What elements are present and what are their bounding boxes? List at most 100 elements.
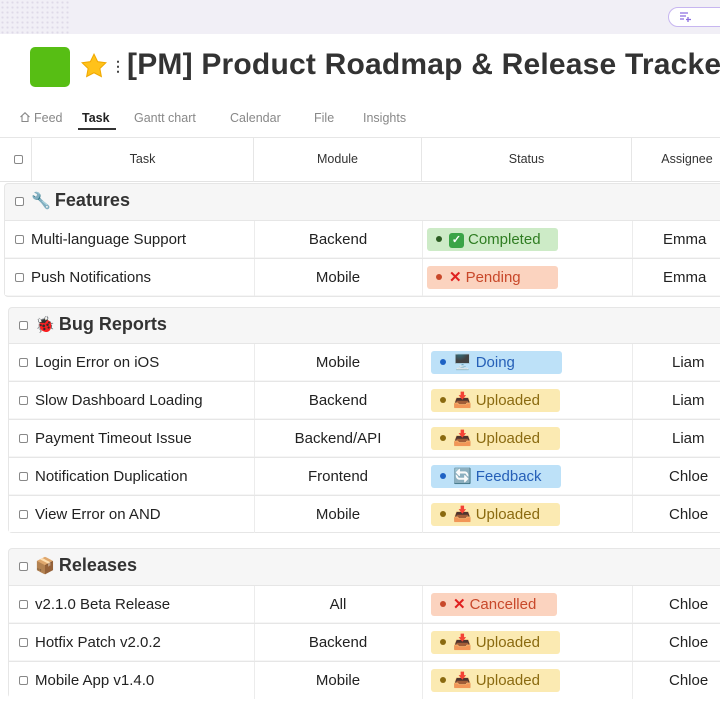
inbox-tray-icon: 📥 bbox=[453, 672, 472, 689]
module-cell: Mobile bbox=[315, 354, 361, 371]
assignee-cell[interactable]: Liam bbox=[672, 430, 705, 447]
module-cell: Frontend bbox=[307, 468, 369, 485]
tab-file[interactable]: File bbox=[314, 111, 334, 125]
task-name[interactable]: Multi-language Support bbox=[31, 231, 186, 248]
assignee-cell[interactable]: Chloe bbox=[669, 596, 708, 613]
status-badge[interactable]: ✕ Pending bbox=[427, 266, 558, 289]
row-checkbox[interactable] bbox=[15, 273, 24, 282]
status-badge[interactable]: 📥 Uploaded bbox=[431, 669, 560, 692]
group-checkbox[interactable] bbox=[19, 321, 28, 330]
row-checkbox[interactable] bbox=[15, 235, 24, 244]
project-logo bbox=[30, 47, 70, 87]
task-name[interactable]: Hotfix Patch v2.0.2 bbox=[35, 634, 161, 651]
tab-gantt-chart[interactable]: Gantt chart bbox=[134, 111, 196, 125]
group-title-text: Features bbox=[54, 190, 130, 210]
star-icon[interactable] bbox=[79, 51, 109, 81]
group-checkbox[interactable] bbox=[15, 197, 24, 206]
assignee-cell[interactable]: Chloe bbox=[669, 506, 708, 523]
table-row[interactable]: Slow Dashboard Loading Backend 📥 Uploaded… bbox=[9, 381, 720, 419]
task-name[interactable]: Payment Timeout Issue bbox=[35, 430, 192, 447]
row-checkbox[interactable] bbox=[19, 396, 28, 405]
status-badge[interactable]: 🖥️ Doing bbox=[431, 351, 562, 374]
tab-task[interactable]: Task bbox=[82, 111, 110, 125]
task-name[interactable]: Mobile App v1.4.0 bbox=[35, 672, 154, 689]
status-badge[interactable]: ✕ Cancelled bbox=[431, 593, 557, 616]
cross-mark-icon: ✕ bbox=[453, 596, 466, 613]
monitor-icon: 🖥️ bbox=[453, 354, 472, 371]
table-row[interactable]: Login Error on iOS Mobile 🖥️ Doing Liam bbox=[9, 343, 720, 381]
column-header-module[interactable]: Module bbox=[254, 138, 422, 182]
page-title: [PM] Product Roadmap & Release Tracker bbox=[127, 48, 720, 81]
tab-insights[interactable]: Insights bbox=[363, 111, 406, 125]
task-name[interactable]: View Error on AND bbox=[35, 506, 161, 523]
inbox-tray-icon: 📥 bbox=[453, 506, 472, 523]
group-title[interactable]: 🐞 Bug Reports bbox=[35, 314, 167, 335]
table-row[interactable]: View Error on AND Mobile 📥 Uploaded Chloe bbox=[9, 495, 720, 533]
module-cell: Backend bbox=[308, 392, 368, 409]
column-header-status[interactable]: Status bbox=[422, 138, 632, 182]
tab-label: Feed bbox=[34, 111, 63, 125]
tab-feed[interactable]: Feed bbox=[19, 111, 63, 126]
row-checkbox[interactable] bbox=[19, 358, 28, 367]
table-row[interactable]: Push Notifications Mobile ✕ Pending Emma bbox=[5, 258, 720, 296]
task-name[interactable]: v2.1.0 Beta Release bbox=[35, 596, 170, 613]
group-releases: 📦 Releases v2.1.0 Beta Release All ✕ Cance… bbox=[8, 548, 720, 699]
row-checkbox[interactable] bbox=[19, 434, 28, 443]
task-name[interactable]: Slow Dashboard Loading bbox=[35, 392, 203, 409]
module-cell: All bbox=[329, 596, 347, 613]
cycle-arrows-icon: 🔄 bbox=[453, 468, 472, 485]
status-badge[interactable]: 📥 Uploaded bbox=[431, 631, 560, 654]
group-checkbox[interactable] bbox=[19, 562, 28, 571]
status-badge[interactable]: 📥 Uploaded bbox=[431, 389, 560, 412]
task-name[interactable]: Notification Duplication bbox=[35, 468, 188, 485]
table-row[interactable]: Multi-language Support Backend ✓ Complete… bbox=[5, 220, 720, 258]
wrench-icon: 🔧 bbox=[31, 193, 51, 210]
table-row[interactable]: v2.1.0 Beta Release All ✕ Cancelled Chloe bbox=[9, 585, 720, 623]
decorative-pattern bbox=[0, 0, 70, 34]
assignee-cell[interactable]: Chloe bbox=[669, 634, 708, 651]
status-badge[interactable]: 📥 Uploaded bbox=[431, 503, 560, 526]
more-options-icon[interactable]: ⋮ bbox=[111, 57, 125, 75]
group-title[interactable]: 🔧 Features bbox=[31, 190, 130, 211]
select-all-checkbox[interactable] bbox=[14, 155, 23, 164]
inbox-tray-icon: 📥 bbox=[453, 392, 472, 409]
status-badge[interactable]: ✓ Completed bbox=[427, 228, 558, 251]
select-all-cell bbox=[0, 138, 32, 182]
group-title[interactable]: 📦 Releases bbox=[35, 555, 137, 576]
task-name[interactable]: Push Notifications bbox=[31, 269, 151, 286]
assignee-cell[interactable]: Emma bbox=[663, 231, 706, 248]
check-box-icon: ✓ bbox=[449, 228, 464, 251]
tab-bar: Feed Task Gantt chart Calendar File Insi… bbox=[0, 104, 720, 138]
row-checkbox[interactable] bbox=[19, 510, 28, 519]
status-badge[interactable]: 📥 Uploaded bbox=[431, 427, 560, 450]
assignee-cell[interactable]: Chloe bbox=[669, 468, 708, 485]
module-cell: Mobile bbox=[315, 269, 361, 286]
menu-button[interactable] bbox=[668, 7, 720, 27]
table-header: Task Module Status Assignee bbox=[0, 138, 720, 182]
inbox-tray-icon: 📥 bbox=[453, 634, 472, 651]
module-cell: Mobile bbox=[315, 506, 361, 523]
tab-calendar[interactable]: Calendar bbox=[230, 111, 281, 125]
task-name[interactable]: Login Error on iOS bbox=[35, 354, 159, 371]
group-title-text: Releases bbox=[58, 555, 137, 575]
status-badge[interactable]: 🔄 Feedback bbox=[431, 465, 561, 488]
assignee-cell[interactable]: Liam bbox=[672, 392, 705, 409]
active-tab-indicator bbox=[78, 128, 116, 130]
row-checkbox[interactable] bbox=[19, 638, 28, 647]
assignee-cell[interactable]: Chloe bbox=[669, 672, 708, 689]
column-header-assignee[interactable]: Assignee bbox=[632, 138, 720, 182]
table-row[interactable]: Payment Timeout Issue Backend/API 📥 Uploa… bbox=[9, 419, 720, 457]
home-icon bbox=[19, 111, 31, 126]
table-row[interactable]: Hotfix Patch v2.0.2 Backend 📥 Uploaded Ch… bbox=[9, 623, 720, 661]
table-row[interactable]: Mobile App v1.4.0 Mobile 📥 Uploaded Chloe bbox=[9, 661, 720, 699]
row-checkbox[interactable] bbox=[19, 600, 28, 609]
row-checkbox[interactable] bbox=[19, 472, 28, 481]
assignee-cell[interactable]: Liam bbox=[672, 354, 705, 371]
group-features: 🔧 Features Multi-language Support Backend… bbox=[4, 183, 720, 297]
assignee-cell[interactable]: Emma bbox=[663, 269, 706, 286]
table-row[interactable]: Notification Duplication Frontend 🔄 Feedb… bbox=[9, 457, 720, 495]
module-cell: Mobile bbox=[315, 672, 361, 689]
group-title-text: Bug Reports bbox=[58, 314, 167, 334]
column-header-task[interactable]: Task bbox=[32, 138, 254, 182]
row-checkbox[interactable] bbox=[19, 676, 28, 685]
